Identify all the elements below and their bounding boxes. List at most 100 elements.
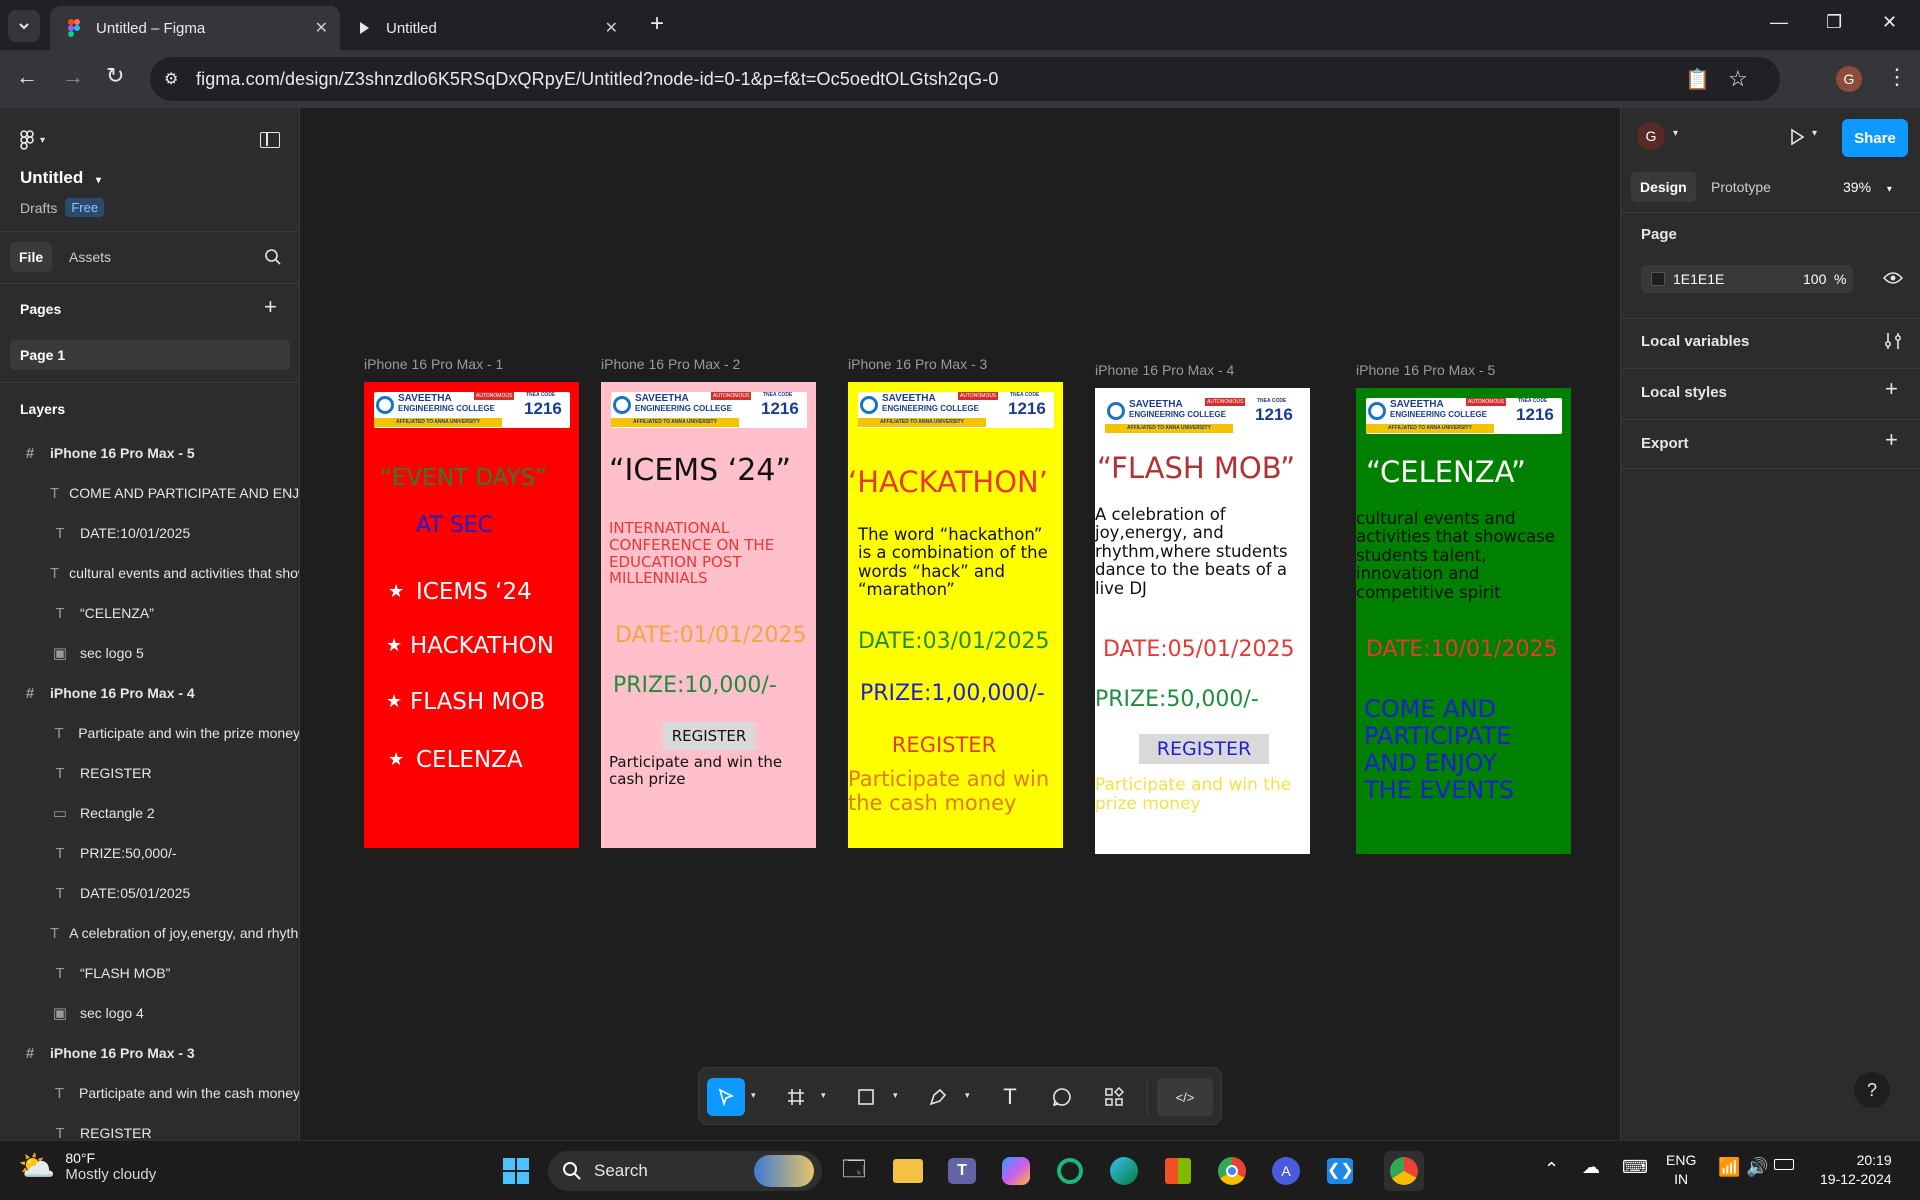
profile-avatar[interactable]: G <box>1836 66 1862 92</box>
layer-item[interactable]: ▣ sec logo 4 <box>0 993 299 1033</box>
file-name[interactable]: Untitled ▾ <box>20 168 101 188</box>
copilot-icon[interactable] <box>996 1151 1036 1191</box>
phone-frame-3[interactable]: SAVEETHA ENGINEERING COLLEGE AUTONOMOUS AFF… <box>848 382 1063 848</box>
clipboard-icon[interactable]: 📋 <box>1685 67 1710 92</box>
phone-frame-1[interactable]: SAVEETHA ENGINEERING COLLEGE AUTONOMOUS AFF… <box>364 382 579 848</box>
layer-item[interactable]: ▣ sec logo 5 <box>0 633 299 673</box>
page-item[interactable]: Page 1 <box>10 340 290 370</box>
close-tab-icon[interactable]: ✕ <box>605 18 618 38</box>
layer-item[interactable]: Tcultural events and activities that sho… <box>0 553 299 593</box>
shape-tool[interactable] <box>847 1078 885 1116</box>
tab-design[interactable]: Design <box>1631 172 1696 202</box>
wifi-icon[interactable]: 📶 <box>1718 1157 1740 1178</box>
site-info-icon[interactable]: ⚙ <box>164 69 178 89</box>
minimize-icon[interactable]: — <box>1770 12 1788 33</box>
color-hex[interactable]: 1E1E1E <box>1673 271 1724 287</box>
tab-figma[interactable]: Untitled – Figma ✕ <box>50 6 340 50</box>
user-avatar[interactable]: G <box>1637 122 1665 150</box>
tab-search-button[interactable] <box>8 10 40 42</box>
tab-assets[interactable]: Assets <box>69 249 111 265</box>
dev-mode-toggle[interactable]: </> <box>1157 1078 1213 1116</box>
layer-item[interactable]: T DATE:05/01/2025 <box>0 873 299 913</box>
pen-tool[interactable] <box>919 1078 957 1116</box>
onedrive-icon[interactable]: ☁ <box>1582 1157 1600 1178</box>
chevron-down-icon[interactable]: ▾ <box>821 1090 826 1101</box>
refresh-app-icon[interactable] <box>1050 1151 1090 1191</box>
share-button[interactable]: Share <box>1842 119 1908 157</box>
frame-label[interactable]: iPhone 16 Pro Max - 5 <box>1356 362 1495 378</box>
layer-item[interactable]: T REGISTER <box>0 753 299 793</box>
search-icon[interactable] <box>264 248 282 266</box>
background-color-field[interactable]: 1E1E1E 100 % <box>1641 265 1853 293</box>
start-button[interactable] <box>496 1151 536 1191</box>
clock[interactable]: 20:19 19-12-2024 <box>1820 1151 1892 1189</box>
chevron-down-icon[interactable]: ▾ <box>751 1090 756 1101</box>
teams-icon[interactable]: T <box>942 1151 982 1191</box>
back-icon[interactable]: ← <box>16 64 38 90</box>
task-view-icon[interactable]: 🗔 <box>834 1151 874 1191</box>
register-button[interactable]: REGISTER <box>663 722 755 750</box>
frame-label[interactable]: iPhone 16 Pro Max - 2 <box>601 356 740 372</box>
drafts-label[interactable]: Drafts <box>20 200 57 216</box>
phone-frame-2[interactable]: SAVEETHA ENGINEERING COLLEGE AUTONOMOUS AFF… <box>601 382 816 848</box>
main-menu-button[interactable]: ▾ <box>20 130 45 150</box>
layer-frame[interactable]: # iPhone 16 Pro Max - 5 <box>0 433 299 473</box>
actions-tool[interactable] <box>1095 1078 1133 1116</box>
layer-frame[interactable]: # iPhone 16 Pro Max - 4 <box>0 673 299 713</box>
layer-item[interactable]: T Participate and win the prize money <box>0 713 299 753</box>
comment-tool[interactable] <box>1043 1078 1081 1116</box>
bookmark-star-icon[interactable]: ☆ <box>1728 66 1748 92</box>
layer-item[interactable]: T PRIZE:50,000/- <box>0 833 299 873</box>
keyboard-icon[interactable]: ⌨ <box>1622 1157 1648 1178</box>
new-tab-button[interactable]: + <box>650 10 664 38</box>
layer-item[interactable]: T A celebration of joy,energy, and rhythm <box>0 913 299 953</box>
tab-file[interactable]: File <box>10 242 53 272</box>
register-button[interactable]: REGISTER <box>1139 734 1269 764</box>
file-explorer-icon[interactable] <box>888 1151 928 1191</box>
add-style-icon[interactable]: + <box>1885 376 1898 402</box>
layer-item[interactable]: T “CELENZA” <box>0 593 299 633</box>
store-icon[interactable] <box>1158 1151 1198 1191</box>
register-button[interactable]: REGISTER <box>884 730 1004 760</box>
add-page-icon[interactable]: + <box>264 294 277 320</box>
restore-icon[interactable]: ❐ <box>1826 12 1842 33</box>
reload-icon[interactable]: ↻ <box>106 63 124 89</box>
layer-item[interactable]: T REGISTER <box>0 1113 299 1141</box>
frame-tool[interactable] <box>777 1078 815 1116</box>
chrome-icon[interactable] <box>1212 1151 1252 1191</box>
taskbar-search[interactable]: Search <box>548 1151 822 1191</box>
tab-untitled[interactable]: Untitled ✕ <box>340 6 630 50</box>
chevron-down-icon[interactable]: ▾ <box>1673 128 1678 139</box>
forward-icon[interactable]: → <box>62 64 84 90</box>
language-indicator[interactable]: ENG IN <box>1666 1151 1696 1189</box>
color-swatch[interactable] <box>1651 272 1665 286</box>
layer-item[interactable]: T COME AND PARTICIPATE AND ENJOY THE EVEN… <box>0 473 299 513</box>
chevron-down-icon[interactable]: ▾ <box>965 1090 970 1101</box>
zoom-dropdown[interactable]: 39% ▾ <box>1843 179 1892 195</box>
variables-settings-icon[interactable] <box>1884 331 1902 351</box>
text-tool[interactable]: T <box>991 1078 1029 1116</box>
tray-overflow-icon[interactable]: ⌃ <box>1544 1159 1559 1180</box>
layer-item[interactable]: T DATE:10/01/2025 <box>0 513 299 553</box>
phone-frame-4[interactable]: SAVEETHA ENGINEERING COLLEGE AUTONOMOUS AFF… <box>1095 388 1310 854</box>
frame-label[interactable]: iPhone 16 Pro Max - 1 <box>364 356 503 372</box>
close-window-icon[interactable]: ✕ <box>1882 12 1897 33</box>
toggle-sidebar-icon[interactable] <box>260 132 280 148</box>
chevron-down-icon[interactable]: ▾ <box>893 1090 898 1101</box>
move-tool[interactable] <box>707 1078 745 1116</box>
chevron-down-icon[interactable]: ▾ <box>1812 128 1817 139</box>
menu-kebab-icon[interactable]: ⋮ <box>1886 64 1908 90</box>
frame-label[interactable]: iPhone 16 Pro Max - 3 <box>848 356 987 372</box>
help-button[interactable]: ? <box>1854 1072 1890 1108</box>
close-tab-icon[interactable]: ✕ <box>315 18 328 38</box>
address-bar[interactable]: ⚙ figma.com/design/Z3shnzdlo6K5RSqDxQRpy… <box>150 57 1780 101</box>
layer-frame[interactable]: # iPhone 16 Pro Max - 3 <box>0 1033 299 1073</box>
opacity-value[interactable]: 100 <box>1803 271 1826 287</box>
tab-prototype[interactable]: Prototype <box>1711 179 1771 195</box>
vscode-icon[interactable]: ❮❯ <box>1320 1151 1360 1191</box>
layer-item[interactable]: T “FLASH MOB” <box>0 953 299 993</box>
present-play-icon[interactable] <box>1788 128 1806 146</box>
weather-widget[interactable]: ⛅ 80°F Mostly cloudy <box>18 1149 156 1184</box>
layer-item[interactable]: T Participate and win the cash money <box>0 1073 299 1113</box>
edge-icon[interactable] <box>1104 1151 1144 1191</box>
